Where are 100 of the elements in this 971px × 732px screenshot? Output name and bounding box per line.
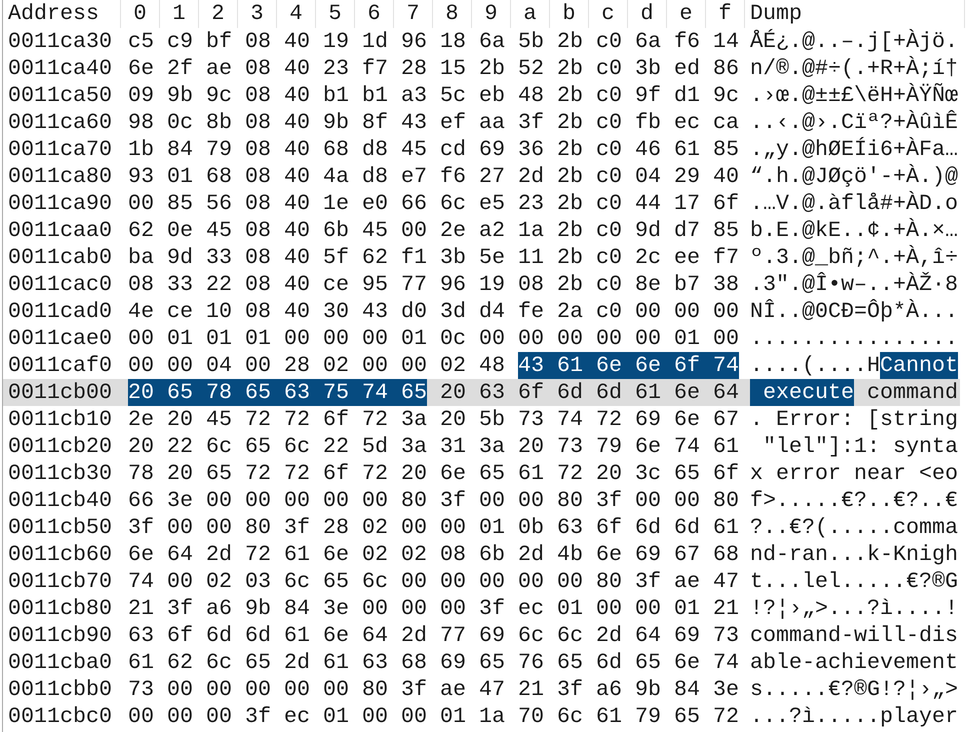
row-address: 0011cb80: [8, 595, 112, 622]
hex-byte: 6e: [323, 541, 349, 568]
hex-byte: 74: [128, 568, 154, 595]
hex-byte: c0: [596, 28, 622, 55]
hex-byte: 61: [713, 514, 739, 541]
hex-byte: 4b: [557, 541, 583, 568]
hex-byte: 63: [362, 649, 388, 676]
hex-byte: 69: [479, 136, 505, 163]
hex-byte: 62: [167, 649, 193, 676]
hex-byte: 40: [284, 136, 310, 163]
column-header: c: [588, 0, 627, 28]
hex-byte: 72: [596, 406, 622, 433]
row-address: 0011cab0: [8, 244, 112, 271]
hex-byte: 3c: [635, 460, 661, 487]
hex-byte: 6d: [674, 514, 700, 541]
hex-byte: 08: [245, 82, 271, 109]
hex-byte: 6e: [674, 406, 700, 433]
hex-byte: 33: [206, 244, 232, 271]
hex-byte: 40: [284, 190, 310, 217]
hex-byte: 65: [323, 568, 349, 595]
hex-byte: 9b: [167, 82, 193, 109]
ascii-text: !?¦›„>...?ì....!: [750, 595, 958, 622]
hex-byte: 93: [128, 163, 154, 190]
hex-byte: 0c: [440, 325, 466, 352]
hex-byte: 68: [401, 649, 427, 676]
hex-byte: 21: [128, 595, 154, 622]
ascii-text: f>.....€?..€?..€: [750, 487, 958, 514]
hex-byte: 01: [401, 325, 427, 352]
hex-byte: 6f: [518, 379, 544, 406]
hex-byte: 02: [362, 514, 388, 541]
hex-byte: 2c: [635, 244, 661, 271]
hex-byte: c0: [596, 109, 622, 136]
hex-byte: 2f: [167, 55, 193, 82]
row-address: 0011caa0: [8, 217, 112, 244]
ascii-text: execute: [750, 379, 854, 406]
hex-byte: 27: [479, 163, 505, 190]
hex-byte: 65: [674, 703, 700, 730]
hex-byte: 63: [557, 514, 583, 541]
column-header: 6: [354, 0, 393, 28]
hex-byte: 01: [440, 703, 466, 730]
hex-byte: f7: [713, 244, 739, 271]
hex-byte: e0: [362, 190, 388, 217]
hex-byte: 80: [557, 487, 583, 514]
hex-byte: 21: [518, 676, 544, 703]
hex-byte: 61: [544, 352, 583, 379]
hex-byte: ed: [674, 55, 700, 82]
hex-byte: 5d: [362, 433, 388, 460]
hex-byte: 40: [284, 28, 310, 55]
hex-byte: 22: [206, 271, 232, 298]
hex-byte: 66: [401, 190, 427, 217]
hex-byte: 6f: [713, 190, 739, 217]
hex-byte: c0: [596, 217, 622, 244]
hex-byte: 03: [245, 568, 271, 595]
column-header: e: [666, 0, 705, 28]
hex-byte: 14: [713, 28, 739, 55]
hex-byte: d1: [674, 82, 700, 109]
hex-byte: 2b: [557, 136, 583, 163]
row-address: 0011cae0: [8, 325, 112, 352]
hex-byte: c0: [596, 55, 622, 82]
column-header: a: [510, 0, 549, 28]
ascii-text: s.....€?®G!?¦›„>: [750, 676, 958, 703]
hex-byte: 3f: [635, 568, 661, 595]
hex-byte: 02: [206, 568, 232, 595]
hex-byte: 00: [167, 568, 193, 595]
hex-byte: 20: [128, 433, 154, 460]
hex-byte: 6f: [713, 460, 739, 487]
row-address: 0011cb20: [8, 433, 112, 460]
hex-byte: 77: [401, 271, 427, 298]
hex-byte: 5c: [440, 82, 466, 109]
hex-byte: 00: [440, 568, 466, 595]
hex-byte: 80: [245, 514, 271, 541]
hex-byte: 18: [440, 28, 466, 55]
hex-byte: fe: [518, 298, 544, 325]
hex-byte: 64: [713, 379, 739, 406]
hex-byte: 00: [362, 487, 388, 514]
hex-byte: 00: [167, 703, 193, 730]
hex-byte: 48: [479, 352, 505, 379]
hex-byte: 21: [713, 595, 739, 622]
hex-byte: 3a: [401, 433, 427, 460]
hex-byte: 69: [440, 649, 466, 676]
hex-byte: 00: [401, 595, 427, 622]
row-address: 0011cb40: [8, 487, 112, 514]
column-header: f: [705, 0, 744, 28]
hex-byte: 01: [674, 595, 700, 622]
hex-byte: b1: [362, 82, 388, 109]
hex-byte: 40: [284, 55, 310, 82]
hex-byte: 85: [713, 136, 739, 163]
hex-byte: 3f: [284, 514, 310, 541]
hex-byte: 8b: [206, 109, 232, 136]
hex-byte: 00: [674, 487, 700, 514]
hex-byte: 6c: [206, 649, 232, 676]
hex-byte: 45: [206, 217, 232, 244]
hex-byte: 6d: [557, 379, 583, 406]
ascii-text: ...?ì.....player: [750, 703, 958, 730]
hex-byte: 74: [700, 352, 739, 379]
hex-byte: 00: [284, 676, 310, 703]
hex-byte: 72: [713, 703, 739, 730]
hex-byte: 00: [245, 676, 271, 703]
hex-byte: 00: [635, 595, 661, 622]
hex-byte: 2d: [206, 541, 232, 568]
